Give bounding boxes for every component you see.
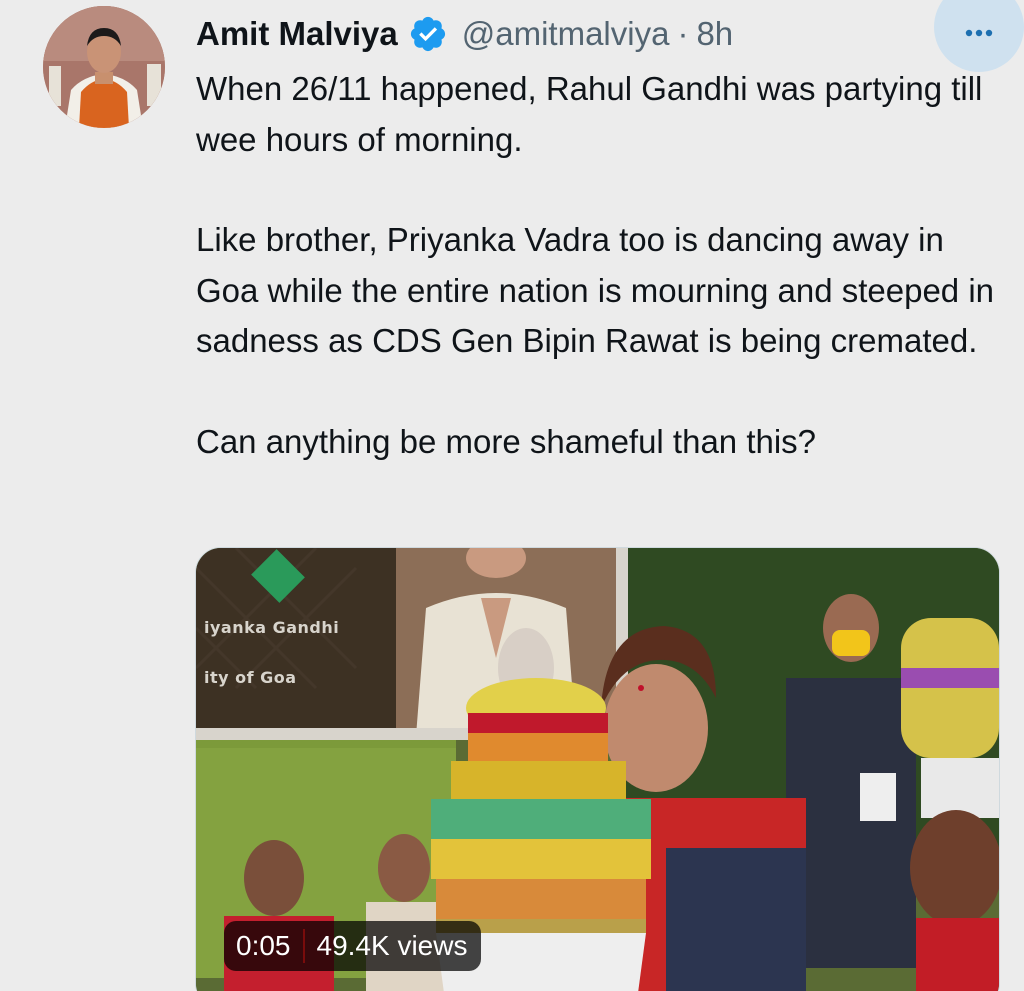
banner-text-place: ity of Goa [204, 668, 297, 687]
overlay-divider [302, 929, 305, 963]
verified-badge-icon [408, 14, 448, 54]
tweet-timestamp[interactable]: 8h [696, 15, 733, 53]
author-handle[interactable]: @amitmalviya [462, 15, 670, 53]
author-display-name[interactable]: Amit Malviya [196, 15, 398, 53]
video-info-overlay: 0:05 49.4K views [224, 921, 482, 971]
header-separator: · [677, 15, 689, 52]
tweet-text-paragraph-3: Can anything be more shameful than this? [196, 422, 817, 460]
tweet-text: When 26/11 happened, Rahul Gandhi was pa… [196, 64, 1006, 467]
tweet-text-paragraph-1: When 26/11 happened, Rahul Gandhi was pa… [196, 70, 983, 158]
tweet[interactable]: Amit Malviya @amitmalviya · 8h When 26/1… [0, 0, 1024, 991]
more-horizontal-icon [965, 29, 993, 37]
tweet-header: Amit Malviya @amitmalviya · 8h [196, 10, 733, 58]
banner-text-name: iyanka Gandhi [204, 618, 340, 637]
avatar-image [43, 6, 165, 128]
tweet-video[interactable]: iyanka Gandhi ity of Goa 0:05 49.4K view… [195, 547, 1000, 991]
video-duration: 0:05 [236, 930, 291, 961]
tweet-text-paragraph-2: Like brother, Priyanka Vadra too is danc… [196, 221, 995, 359]
author-avatar[interactable] [43, 6, 165, 128]
more-options-button[interactable] [934, 0, 1024, 72]
video-view-count: 49.4K views [316, 930, 468, 961]
